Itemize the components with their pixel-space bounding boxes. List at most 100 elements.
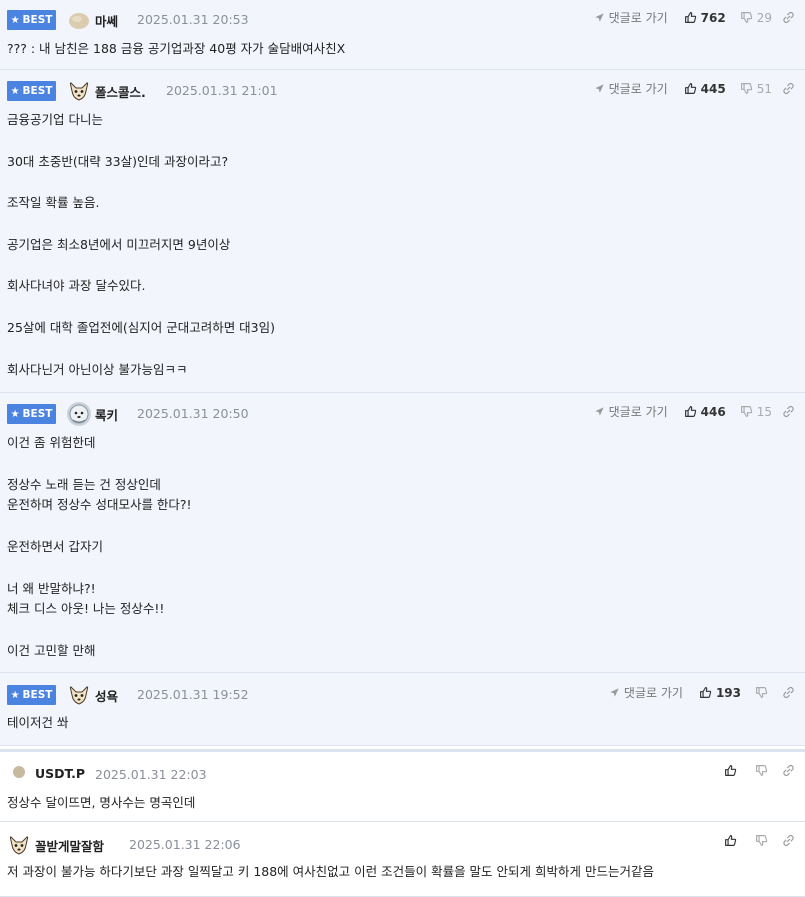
timestamp: 2025.01.31 22:06 [129,837,241,852]
like-button[interactable]: 445 [684,82,734,96]
like-button[interactable]: 193 [699,686,749,700]
nickname[interactable]: USDT.P [35,766,85,781]
send-arrow-icon [594,406,605,417]
comment-line: 30대 초중반(대략 33살)인데 과장이라고? [7,153,229,169]
comment-actions [718,834,799,847]
share-link-button[interactable] [782,82,799,95]
comment-body: 정상수 달이뜨면, 명사수는 명곡인데 [7,793,195,814]
comment-line: 회사다녀야 과장 달수있다. [7,278,146,294]
share-link-button[interactable] [782,11,799,24]
thumbs-up-icon [684,11,697,24]
best-label: BEST [22,85,53,97]
thumbs-down-icon [755,834,768,847]
best-label: BEST [22,14,53,26]
link-icon [782,764,795,777]
thumbs-up-icon [684,405,697,418]
timestamp: 2025.01.31 20:50 [137,406,249,421]
dislike-button[interactable]: 51 [740,82,780,96]
share-link-button[interactable] [782,764,799,777]
reply-link[interactable]: 댓글로 가기 [594,80,668,97]
comment-line: 조작일 확률 높음. [7,195,100,211]
thumbs-down-icon [755,686,768,699]
dislike-button[interactable]: 15 [740,405,780,419]
comment-line: 금융공기업 다니는 [7,112,103,127]
comment-line: 정상수 노래 듣는 건 정상인데 [7,476,161,492]
comment-line: 너 왜 반말하냐?! [7,580,96,596]
comment-actions: 댓글로 가기 445 51 [594,80,799,97]
comment-line: 25살에 대학 졸업전에(심지어 군대고려하면 대3임) [7,319,276,335]
dislike-button[interactable] [755,764,780,777]
comment-line: 공기업은 최소8년에서 미끄러지면 9년이상 [7,236,231,252]
comment-actions: 댓글로 가기 762 29 [594,9,799,26]
dislike-button[interactable] [755,834,780,847]
like-button[interactable] [724,764,749,777]
share-link-button[interactable] [782,686,799,699]
reply-link-label: 댓글로 가기 [608,405,668,419]
timestamp: 2025.01.31 22:03 [95,767,207,782]
comment-line: 이건 좀 위험한데 [7,435,96,450]
best-badge: ★ BEST [7,404,56,424]
share-link-button[interactable] [782,405,799,418]
dislike-button[interactable] [755,686,780,699]
comment-body: 금융공기업 다니는 30대 초중반(대략 33살)인데 과장이라고? 조작일 확률 … [7,110,275,380]
dislike-count: 51 [756,81,772,96]
avatar[interactable] [10,763,28,781]
reply-link-label: 댓글로 가기 [608,11,668,25]
thumbs-up-icon [684,82,697,95]
star-icon: ★ [10,689,20,701]
avatar[interactable] [7,833,31,857]
comment-line: ??? : 내 남친은 188 금융 공기업과장 40평 자가 술담배여사친X [7,41,346,56]
link-icon [782,686,795,699]
timestamp: 2025.01.31 20:53 [137,12,249,27]
like-count: 762 [700,10,726,25]
link-icon [782,834,795,847]
avatar[interactable] [67,402,91,426]
comment-line: 이건 고민할 만해 [7,642,96,658]
thumbs-up-icon [699,686,712,699]
comment-item: USDT.P 2025.01.31 22:03 정상수 달이뜨면, 명사수는 명곡… [0,749,805,822]
link-icon [782,405,795,418]
nickname[interactable]: 성욕 [95,686,118,705]
like-button[interactable] [724,834,749,847]
avatar[interactable] [67,8,91,32]
comment-item: ★ BEST 성욕 2025.01.31 19:52 댓글로 가기 193 테이저… [0,673,805,746]
dislike-button[interactable]: 29 [740,11,780,25]
comment-line [7,516,192,537]
reply-link[interactable]: 댓글로 가기 [609,684,683,701]
comment-line [7,297,275,318]
like-count: 193 [715,685,741,700]
thumbs-up-icon [724,764,737,777]
nickname[interactable]: 록키 [95,405,118,424]
comment-line [7,214,275,235]
nickname[interactable]: 마쎄 [95,11,118,30]
dislike-count: 15 [756,404,772,419]
nickname[interactable]: 꼴받게말잘함 [35,836,104,855]
comment-line: 정상수 달이뜨면, 명사수는 명곡인데 [7,795,196,810]
comment-body: 이건 좀 위험한데정상수 노래 듣는 건 정상인데운전하며 정상수 성대모사를 … [7,433,192,662]
comment-line: 저 과장이 불가능 하다기보단 과장 일찍달고 키 188에 여사친없고 이런 … [7,864,654,879]
thumbs-up-icon [724,834,737,847]
nickname[interactable]: 폴스콜스. [95,82,146,101]
avatar[interactable] [67,683,91,707]
comment-line [7,454,192,475]
thumbs-down-icon [740,11,753,24]
comment-line: 운전하면서 갑자기 [7,538,103,554]
like-button[interactable]: 446 [684,405,734,419]
timestamp: 2025.01.31 19:52 [137,687,249,702]
comment-line: 운전하며 정상수 성대모사를 한다?! [7,497,192,513]
comment-actions: 댓글로 가기 193 [609,684,799,701]
comment-item: ★ BEST 마쎄 2025.01.31 20:53 댓글로 가기 762 29 … [0,0,805,70]
comment-actions [718,764,799,777]
comment-item: ★ BEST 록키 2025.01.31 20:50 댓글로 가기 446 15 … [0,393,805,673]
thumbs-down-icon [755,764,768,777]
link-icon [782,11,795,24]
thumbs-down-icon [740,405,753,418]
reply-link[interactable]: 댓글로 가기 [594,9,668,26]
comment-line: 테이저건 쏴 [7,715,69,730]
share-link-button[interactable] [782,834,799,847]
like-button[interactable]: 762 [684,11,734,25]
comment-item: 꼴받게말잘함 2025.01.31 22:06 저 과장이 불가능 하다기보단 과… [0,822,805,897]
comment-body: 저 과장이 불가능 하다기보단 과장 일찍달고 키 188에 여사친없고 이런 … [7,862,654,883]
reply-link[interactable]: 댓글로 가기 [594,403,668,420]
avatar[interactable] [67,79,91,103]
